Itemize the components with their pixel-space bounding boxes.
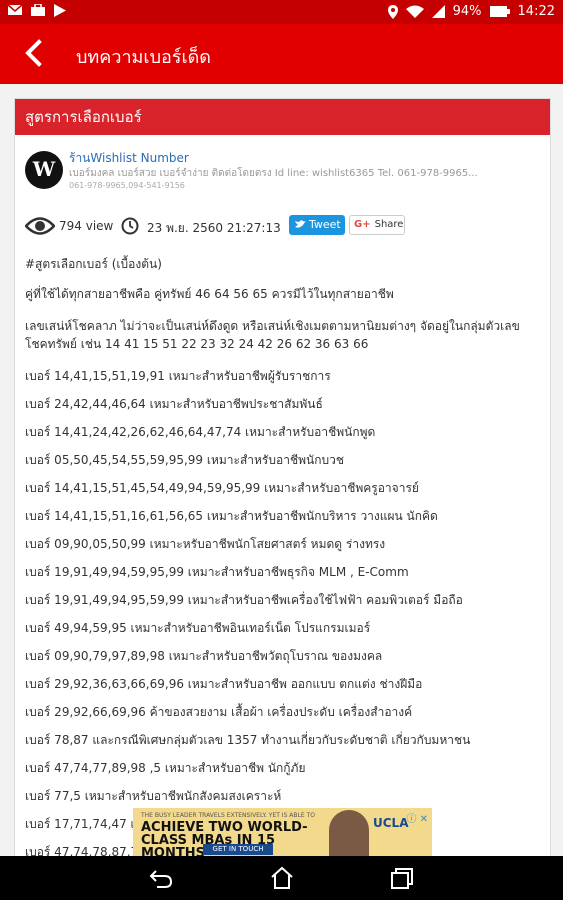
- content-area[interactable]: สูตรการเลือกเบอร์ W ร้านWishlist Number …: [0, 84, 563, 870]
- article-card: สูตรการเลือกเบอร์ W ร้านWishlist Number …: [14, 98, 551, 870]
- location-icon: [387, 4, 398, 19]
- share-label: Share: [374, 219, 404, 230]
- article-paragraph: เบอร์ 09,90,79,97,89,98 เหมาะสำหรับอาชีพ…: [25, 649, 383, 663]
- view-count: 794 view: [59, 219, 114, 233]
- google-plus-icon: G+: [354, 219, 371, 230]
- nav-back-icon[interactable]: [148, 866, 174, 890]
- system-icons: 94% 14:22: [387, 4, 555, 19]
- article-paragraph: เบอร์ 77,5 เหมาะสำหรับอาชีพนักสังคมสงเคร…: [25, 789, 282, 803]
- clock-icon: [121, 217, 139, 235]
- clock-time: 14:22: [517, 4, 555, 19]
- article-paragraph: เบอร์ 05,50,45,54,55,59,95,99 เหมาะสำหรั…: [25, 453, 344, 467]
- status-bar: 94% 14:22: [0, 0, 563, 24]
- mail-icon: [8, 4, 22, 15]
- article-paragraph: เบอร์ 24,42,44,46,64 เหมาะสำหรับอาชีพประ…: [25, 397, 323, 411]
- battery-percent: 94%: [452, 4, 482, 19]
- ad-person-image: [329, 810, 369, 858]
- tweet-label: Tweet: [309, 218, 341, 231]
- post-date: 23 พ.ย. 2560 21:27:13: [147, 221, 281, 235]
- play-store-icon: [54, 4, 66, 17]
- author-block[interactable]: W ร้านWishlist Number เบอร์มงคล เบอร์สวย…: [25, 149, 545, 193]
- article-paragraph: เบอร์ 19,91,49,94,59,95,99 เหมาะสำหรับอา…: [25, 565, 409, 579]
- briefcase-icon: [31, 4, 45, 16]
- shop-phone: 061-978-9965,094-541-9156: [69, 181, 185, 190]
- article-paragraph: เบอร์ 19,91,49,94,95,59,99 เหมาะสำหรับอา…: [25, 593, 463, 607]
- article-paragraph: คู่ที่ใช้ได้ทุกสายอาชีพคือ คู่ทรัพย์ 46 …: [25, 287, 394, 301]
- notification-icons: [8, 4, 66, 17]
- google-share-button[interactable]: G+ Share: [349, 215, 405, 235]
- banner-ad[interactable]: THE BUSY LEADER TRAVELS EXTENSIVELY. YET…: [133, 808, 432, 860]
- eye-icon: [25, 217, 55, 235]
- ad-small-text: THE BUSY LEADER TRAVELS EXTENSIVELY. YET…: [141, 812, 315, 819]
- article-title: สูตรการเลือกเบอร์: [15, 99, 550, 135]
- article-paragraph: เบอร์ 14,41,15,51,16,61,56,65 เหมาะสำหรั…: [25, 509, 438, 523]
- ad-close-icon[interactable]: ⓘ ✕: [406, 810, 428, 825]
- article-paragraph: เลขเสน่ห์โชคลาภ ไม่ว่าจะเป็นเสน่ห์ดึงดูด…: [25, 319, 520, 351]
- article-paragraph: เบอร์ 14,41,15,51,45,54,49,94,59,95,99 เ…: [25, 481, 419, 495]
- article-paragraph: เบอร์ 29,92,66,69,96 ค้าของสวยงาม เสื้อผ…: [25, 705, 413, 719]
- article-paragraph: เบอร์ 09,90,05,50,99 เหมาะหรับอาชีพนักโส…: [25, 537, 386, 551]
- twitter-icon: [295, 220, 306, 228]
- article-paragraph: เบอร์ 49,94,59,95 เหมาะสำหรับอาชีพอินเทอ…: [25, 621, 371, 635]
- shop-description: เบอร์มงคล เบอร์สวย เบอร์จำง่าย ติดต่อโดย…: [69, 168, 478, 179]
- article-paragraph: เบอร์ 14,41,24,42,26,62,46,64,47,74 เหมา…: [25, 425, 376, 439]
- battery-icon: [489, 6, 510, 17]
- article-paragraph: #สูตรเลือกเบอร์ (เบื้องต้น): [25, 257, 162, 271]
- article-paragraph: เบอร์ 14,41,15,51,19,91 เหมาะสำหรับอาชีพ…: [25, 369, 331, 383]
- wifi-icon: [405, 5, 424, 18]
- page-title: บทความเบอร์เด็ด: [76, 47, 211, 68]
- ad-cta-button[interactable]: GET IN TOUCH: [203, 844, 273, 855]
- article-paragraph: เบอร์ 78,87 และกรณีพิเศษกลุ่มตัวเลข 1357…: [25, 733, 471, 747]
- system-nav-bar: [0, 856, 563, 900]
- ad-brand: UCLA: [373, 816, 409, 830]
- article-meta: 794 view 23 พ.ย. 2560 21:27:13 Tweet G+ S…: [25, 215, 545, 239]
- signal-icon: [431, 5, 445, 18]
- nav-home-icon[interactable]: [269, 866, 295, 890]
- back-arrow-icon[interactable]: [20, 38, 50, 68]
- article-paragraph: เบอร์ 29,92,36,63,66,69,96 เหมาะสำหรับอา…: [25, 677, 423, 691]
- shop-avatar[interactable]: W: [25, 151, 63, 189]
- app-bar: บทความเบอร์เด็ด: [0, 24, 563, 84]
- tweet-button[interactable]: Tweet: [289, 215, 345, 235]
- article-paragraph: เบอร์ 47,74,77,89,98 ,5 เหมาะสำหรับอาชีพ…: [25, 761, 306, 775]
- nav-recents-icon[interactable]: [389, 866, 415, 890]
